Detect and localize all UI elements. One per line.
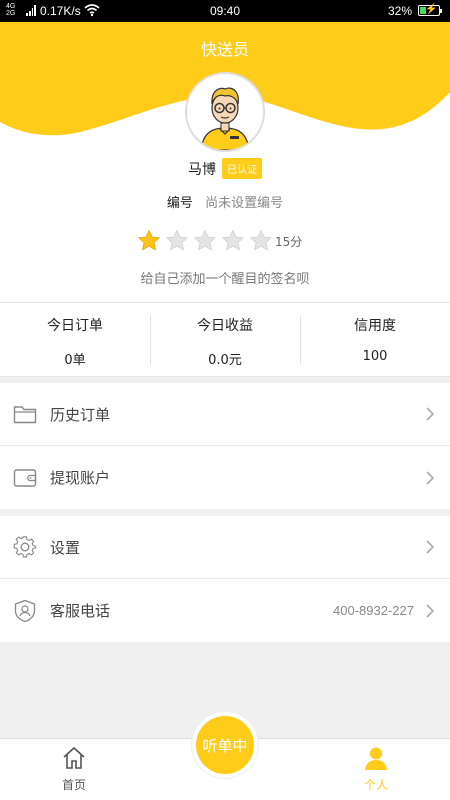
chevron-right-icon: [426, 540, 435, 554]
menu-item-label: 历史订单: [50, 405, 111, 424]
customer-service-icon: [12, 598, 38, 624]
home-icon: [63, 746, 85, 769]
tab-label: 个人: [363, 778, 388, 792]
profile-header: 快送员 马博 已认证 编号 尚未设置编号 15分 给自己添加一个醒目的签名呗: [0, 22, 450, 302]
menu-group-orders: 历史订单 提现账户: [0, 383, 450, 509]
star-filled-icon: [137, 229, 161, 251]
chevron-right-icon: [426, 470, 435, 485]
customer-service-phone[interactable]: 400-8932-227: [333, 603, 414, 618]
stat-label: 信用度: [354, 318, 396, 334]
rating-stars: 15分: [137, 229, 302, 253]
menu-item-customer-service[interactable]: 客服电话 400-8932-227: [0, 579, 450, 642]
chevron-right-icon: [426, 603, 435, 618]
battery-icon: ⚡: [418, 4, 442, 16]
stat-today-earnings[interactable]: 今日收益 0.0元: [150, 303, 300, 376]
courier-id-row[interactable]: 编号 尚未设置编号: [0, 192, 450, 211]
menu-item-label: 设置: [50, 538, 81, 557]
avatar[interactable]: [185, 72, 265, 152]
menu-item-label: 客服电话: [50, 602, 111, 620]
stats-panel: 今日订单 0单 今日收益 0.0元 信用度 100: [0, 302, 450, 377]
folder-icon: [12, 401, 38, 427]
star-empty-icon: [193, 229, 217, 251]
menu-item-settings[interactable]: 设置: [0, 516, 450, 579]
stat-value: 0.0元: [208, 353, 242, 368]
courier-id-value: 尚未设置编号: [205, 196, 284, 211]
star-empty-icon: [165, 229, 189, 251]
user-icon: [365, 747, 387, 770]
tab-label: 首页: [61, 778, 86, 792]
tab-home[interactable]: 首页: [34, 745, 114, 793]
stat-value: 0单: [64, 353, 86, 368]
rating-score: 15分: [275, 234, 303, 249]
battery-percent: 32%: [387, 4, 412, 18]
status-bar: 4G 2G 0.17K/s 09:40 32% ⚡: [0, 0, 450, 22]
courier-id-label: 编号: [166, 196, 193, 211]
wallet-icon: [12, 465, 38, 491]
star-empty-icon: [221, 229, 245, 251]
menu-item-withdraw-account[interactable]: 提现账户: [0, 446, 450, 509]
menu-group-settings: 设置 客服电话 400-8932-227: [0, 516, 450, 642]
signature-prompt[interactable]: 给自己添加一个醒目的签名呗: [0, 268, 450, 287]
gear-icon: [12, 534, 38, 560]
verified-badge: 已认证: [222, 158, 262, 179]
listen-orders-button[interactable]: 听单中: [192, 712, 258, 778]
stat-label: 今日收益: [197, 318, 253, 334]
chevron-right-icon: [426, 407, 435, 421]
stat-value: 100: [362, 349, 388, 364]
stat-today-orders[interactable]: 今日订单 0单: [0, 303, 150, 376]
stat-credit[interactable]: 信用度 100: [300, 303, 450, 376]
clock: 09:40: [209, 4, 241, 18]
tab-profile[interactable]: 个人: [336, 745, 416, 793]
menu-item-label: 提现账户: [50, 469, 111, 487]
menu-item-history-orders[interactable]: 历史订单: [0, 383, 450, 446]
user-name: 马博: [188, 161, 216, 178]
courier-avatar-icon: [187, 74, 263, 150]
name-row: 马博 已认证: [0, 158, 450, 179]
page-title: 快送员: [200, 40, 249, 59]
stat-label: 今日订单: [47, 318, 103, 334]
star-empty-icon: [249, 229, 273, 251]
